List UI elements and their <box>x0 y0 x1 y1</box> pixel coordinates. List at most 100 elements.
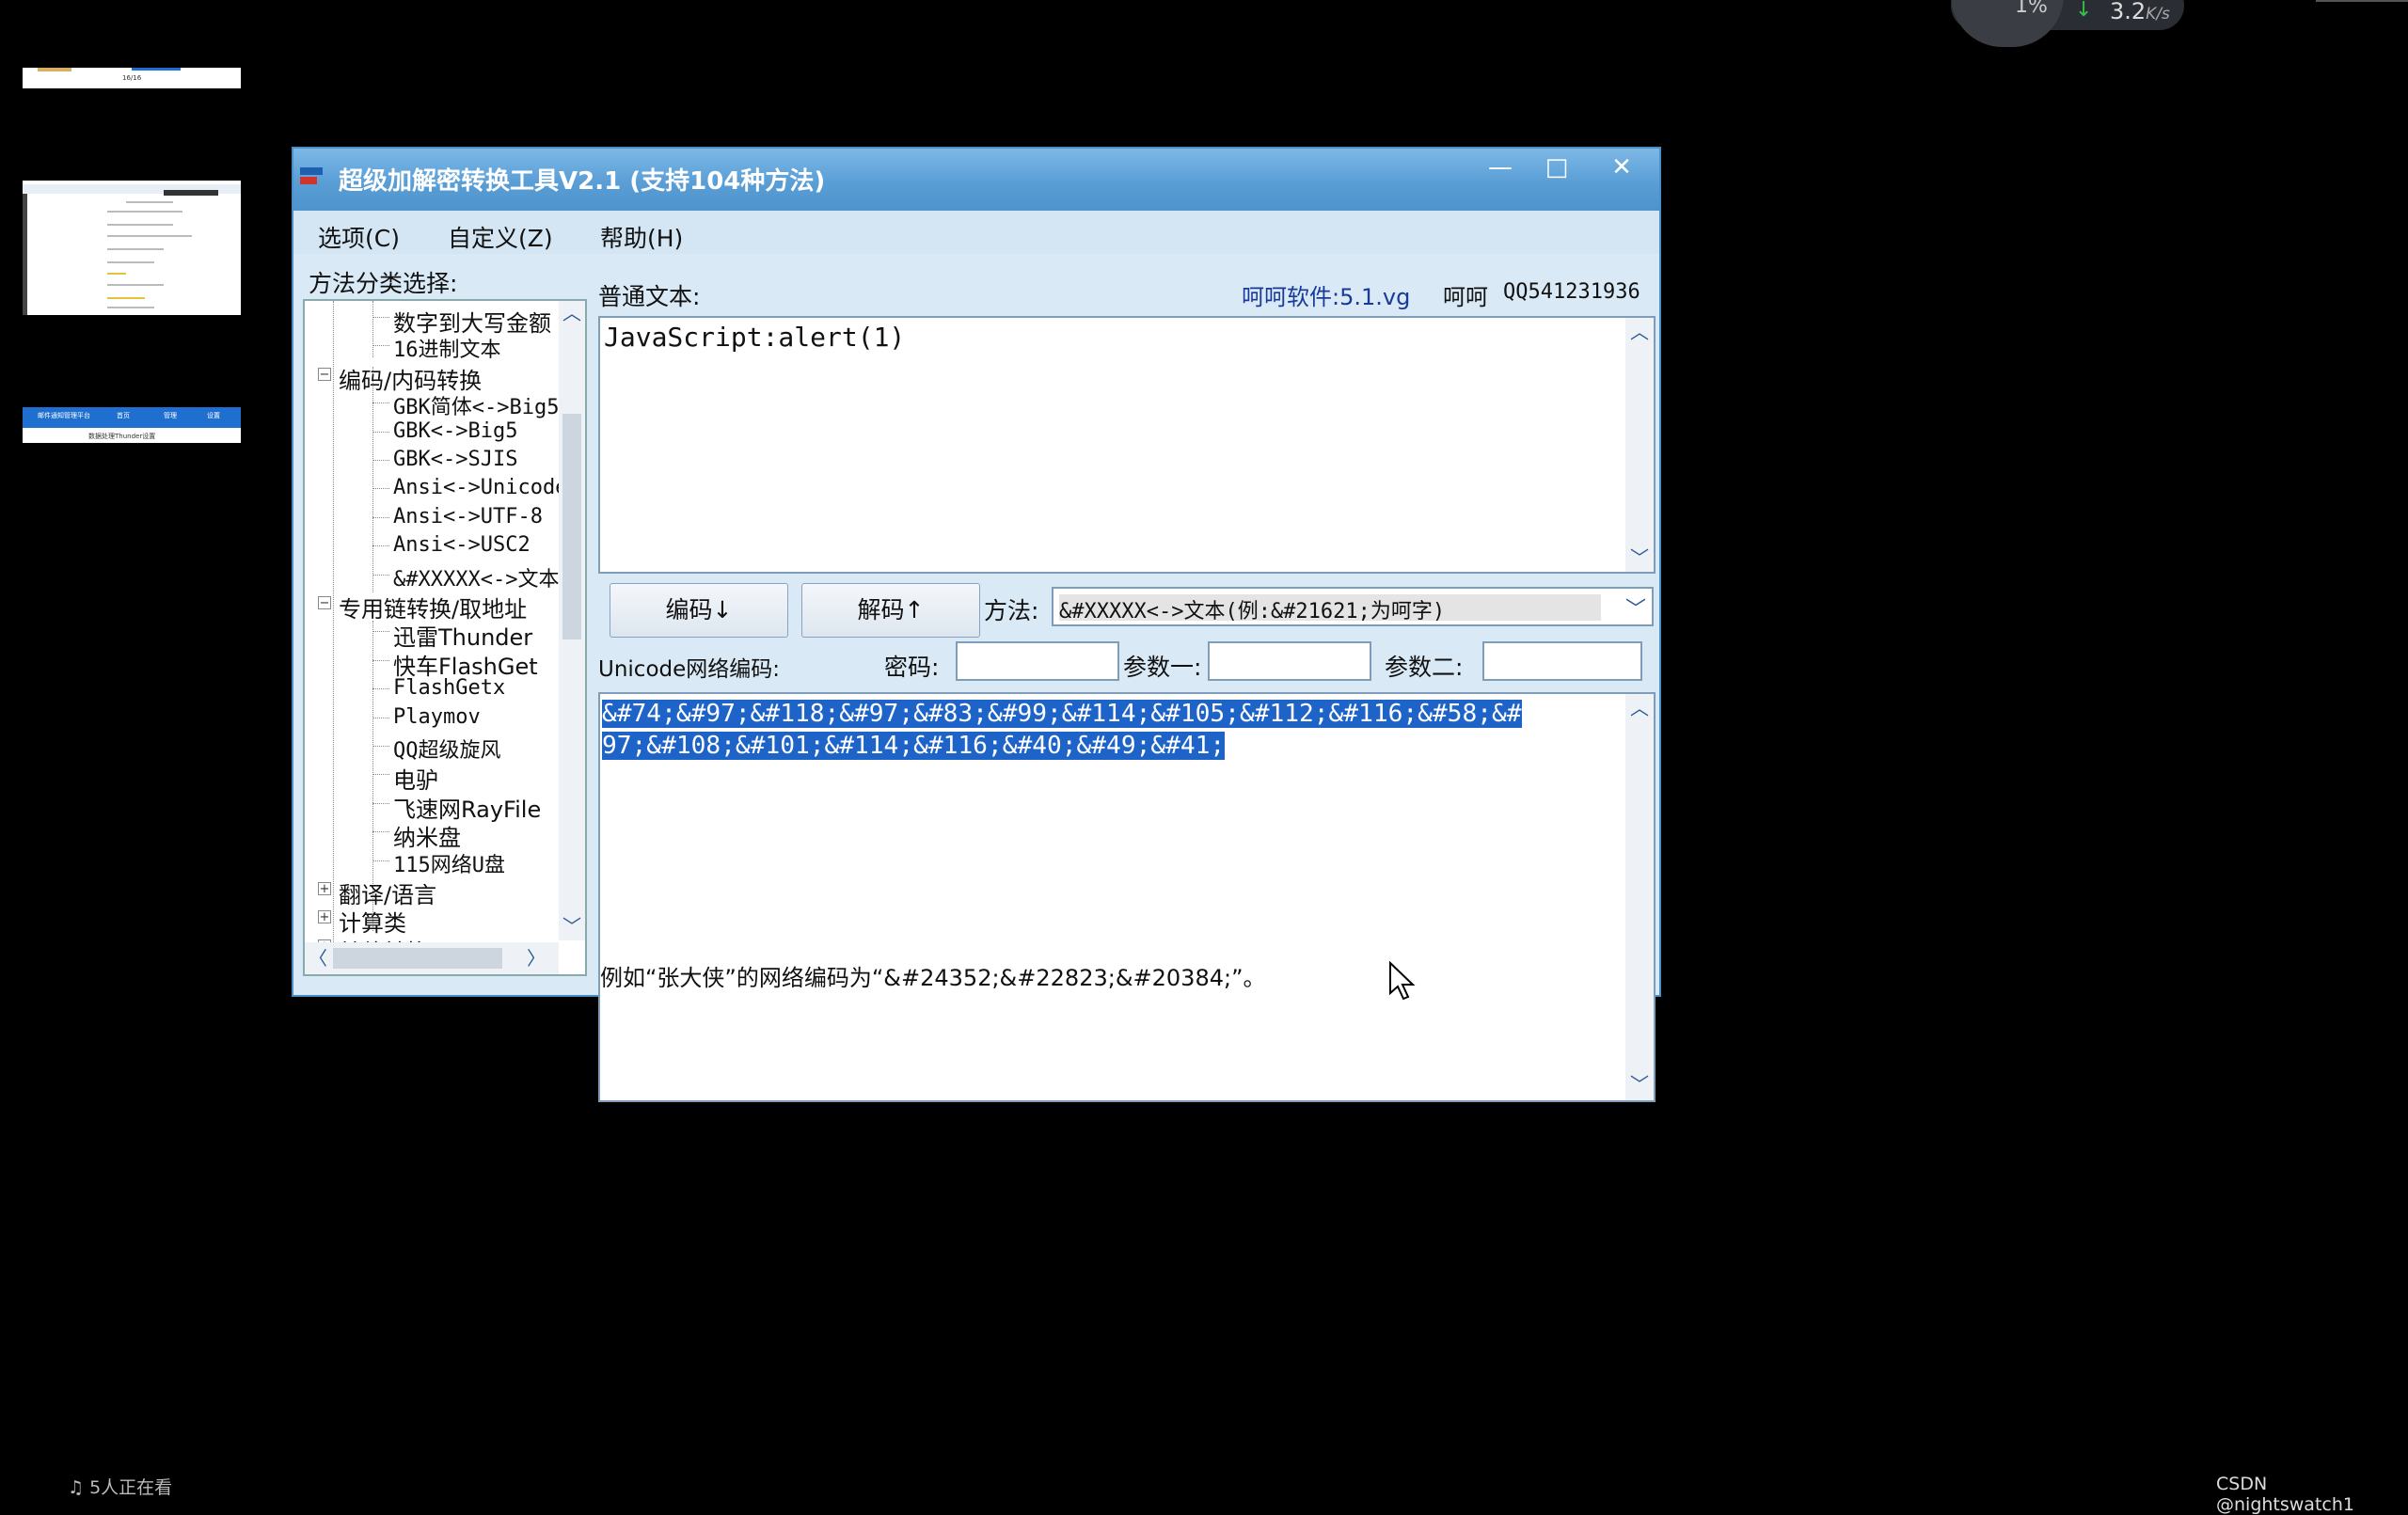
encoded-line-1: &#74;&#97;&#118;&#97;&#83;&#99;&#114;&#1… <box>602 700 1522 728</box>
collapse-icon[interactable]: − <box>318 367 331 381</box>
tree-item[interactable]: FlashGetx <box>305 674 557 702</box>
tree-item-label: 16进制文本 <box>393 339 501 363</box>
scroll-up-icon[interactable]: ︿ <box>1625 696 1654 720</box>
tree-category[interactable]: − 编码/内码转换 <box>305 360 557 394</box>
download-arrow-icon: ↓ <box>2075 0 2093 22</box>
tree-horizontal-scrollbar[interactable]: 〈 〉 <box>305 942 559 974</box>
expand-icon[interactable]: + <box>318 882 331 895</box>
encode-button[interactable]: 编码↓ <box>610 583 788 638</box>
tree-connector <box>372 402 389 404</box>
viewer-count-text: 5人正在看 <box>89 1477 173 1498</box>
expand-icon[interactable]: + <box>318 910 331 924</box>
thumbnail-1-text: 16/16 <box>122 74 142 82</box>
tree-item-label: Ansi<->Unicode <box>393 476 568 500</box>
scroll-up-icon[interactable]: ︿ <box>1625 320 1654 344</box>
plain-text-label: 普通文本: <box>598 283 701 310</box>
tree-item[interactable]: 纳米盘 <box>305 817 557 851</box>
close-button[interactable]: ✕ <box>1592 150 1652 186</box>
tree-item[interactable]: 16进制文本 <box>305 331 557 362</box>
tree-category[interactable]: + 计算类 <box>305 903 557 937</box>
minimize-button[interactable]: — <box>1477 150 1524 186</box>
tree-connector <box>372 431 389 433</box>
plain-text-area[interactable]: JavaScript:alert(1) ︿ ﹀ <box>598 316 1656 574</box>
download-speed: 3.2K/s <box>2110 0 2170 24</box>
viewer-count: ♫ 5人正在看 <box>68 1477 173 1498</box>
scroll-left-icon[interactable]: 〈 <box>305 946 331 971</box>
chevron-down-icon[interactable]: ﹀ <box>1625 592 1646 623</box>
speed-value: 3.2 <box>2110 0 2147 24</box>
param2-field[interactable] <box>1482 641 1642 681</box>
tree-connector <box>372 831 389 833</box>
thumbnail-2[interactable] <box>23 181 241 315</box>
tree-item[interactable]: Ansi<->UTF-8 <box>305 503 557 531</box>
example-hint: 例如“张大侠”的网络编码为“&#24352;&#22823;&#20384;”。 <box>600 965 1266 991</box>
encoded-text-area[interactable]: &#74;&#97;&#118;&#97;&#83;&#99;&#114;&#1… <box>598 692 1656 1102</box>
password-field[interactable] <box>956 641 1119 681</box>
tree-item-label: Playmov <box>393 704 481 729</box>
scroll-down-icon[interactable]: ﹀ <box>1625 545 1654 570</box>
method-label: 方法: <box>984 597 1039 624</box>
tree-vertical-scrollbar[interactable]: ︿ ﹀ <box>559 301 585 940</box>
tree-item-label: Ansi<->UTF-8 <box>393 504 543 529</box>
password-label: 密码: <box>884 654 940 681</box>
tree-item[interactable]: 快车FlashGet <box>305 646 557 680</box>
param2-label: 参数二: <box>1385 654 1464 681</box>
tree-category[interactable]: − 专用链转换/取地址 <box>305 589 557 623</box>
tree-connector <box>372 659 389 661</box>
scroll-thumb-h[interactable] <box>333 948 502 969</box>
thumbnail-3-sub: 数据处理Thunder设置 <box>88 433 156 440</box>
maximize-button[interactable]: □ <box>1533 150 1580 186</box>
scroll-down-icon[interactable]: ﹀ <box>1625 1072 1654 1097</box>
tree-item[interactable]: 电驴 <box>305 760 557 794</box>
tree-item-label: GBK<->SJIS <box>393 448 518 471</box>
method-select[interactable]: &#XXXXX<->文本(例:&#21621;为呵字) ﹀ <box>1052 587 1654 626</box>
tree-item-label: 115网络U盘 <box>393 853 505 877</box>
encoded-scrollbar[interactable]: ︿ ﹀ <box>1625 694 1654 1100</box>
decode-button[interactable]: 解码↑ <box>801 583 980 638</box>
scroll-thumb[interactable] <box>562 414 581 639</box>
tree-item-label: FlashGetx <box>393 676 506 701</box>
mouse-cursor-icon <box>1389 961 1416 1001</box>
menu-help[interactable]: 帮助(H) <box>600 220 683 254</box>
title-bar[interactable]: 超级加解密转换工具V2.1 (支持104种方法) — □ ✕ <box>293 149 1659 211</box>
thumbnail-3-item: 设置 <box>207 412 220 419</box>
scroll-down-icon[interactable]: ﹀ <box>559 914 585 939</box>
tree-item-label: Ansi<->USC2 <box>393 533 531 558</box>
tree-item[interactable]: GBK简体<->Big5 <box>305 388 560 420</box>
tree-item[interactable]: &#XXXXX<->文本 <box>305 560 559 592</box>
scroll-up-icon[interactable]: ︿ <box>559 301 585 325</box>
tree-item[interactable]: 115网络U盘 <box>305 846 557 877</box>
param1-field[interactable] <box>1208 641 1371 681</box>
menu-options[interactable]: 选项(C) <box>318 220 400 254</box>
tree-item[interactable]: Playmov <box>305 703 557 732</box>
tree-connector <box>372 774 389 776</box>
tree-item[interactable]: 迅雷Thunder <box>305 617 557 651</box>
tree-item[interactable]: Ansi<->USC2 <box>305 531 557 560</box>
speed-unit: K/s <box>2146 5 2170 24</box>
app-icon <box>300 167 323 184</box>
tree-item[interactable]: GBK<->SJIS <box>305 446 557 474</box>
tree-connector <box>372 688 389 690</box>
tree-connector <box>372 460 389 461</box>
tree-connector <box>372 802 389 804</box>
tree-item[interactable]: GBK<->Big5 <box>305 418 557 446</box>
tree-item[interactable]: Ansi<->Unicode <box>305 474 567 502</box>
thumbnail-3[interactable]: 邮件通知管理平台 首页 管理 设置 数据处理Thunder设置 <box>23 407 241 443</box>
scroll-right-icon[interactable]: 〉 <box>523 946 549 971</box>
tree-connector <box>372 545 389 547</box>
method-tree[interactable]: 数字到大写金额 16进制文本 − 编码/内码转换 GBK简体<->Big5 GBK<->B… <box>303 299 587 976</box>
thumbnail-3-item: 管理 <box>164 412 177 419</box>
tree-item[interactable]: 飞速网RayFile <box>305 789 557 823</box>
encoded-line-2: 97;&#108;&#101;&#114;&#116;&#40;&#49;&#4… <box>602 732 1226 760</box>
tree-item[interactable]: 数字到大写金额 <box>305 303 557 337</box>
menu-custom[interactable]: 自定义(Z) <box>448 220 553 254</box>
tree-item-label: GBK简体<->Big5 <box>393 396 560 420</box>
tree-item[interactable]: QQ超级旋风 <box>305 732 557 763</box>
collapse-icon[interactable]: − <box>318 596 331 609</box>
tree-connector <box>372 488 389 490</box>
tree-category[interactable]: + 翻译/语言 <box>305 875 557 908</box>
plain-text-scrollbar[interactable]: ︿ ﹀ <box>1625 318 1654 572</box>
tree-connector <box>372 631 389 633</box>
corner-divider <box>2316 0 2408 2</box>
thumbnail-1[interactable]: 16/16 <box>23 68 241 88</box>
